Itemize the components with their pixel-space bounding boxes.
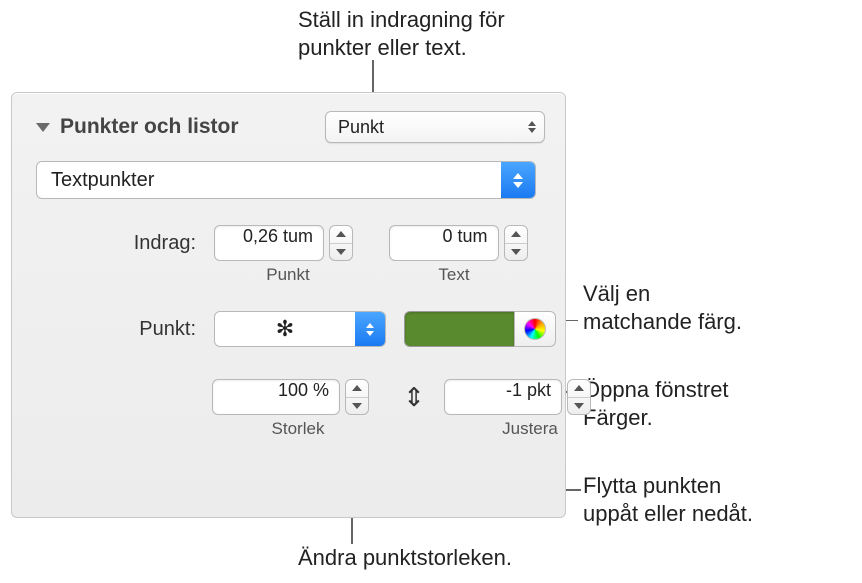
bullets-lists-panel: Punkter och listor Punkt Textpunkter Ind… <box>11 92 566 518</box>
stepper-buttons[interactable] <box>329 225 353 261</box>
arrow-down-icon[interactable] <box>505 244 527 261</box>
arrow-up-icon[interactable] <box>346 380 368 398</box>
text-indent-input[interactable]: 0 tum <box>389 225 499 261</box>
callout-indent: Ställ in indragning för punkter eller te… <box>298 6 505 61</box>
color-wheel-button[interactable] <box>514 311 556 347</box>
size-input[interactable]: 100 % <box>212 379 340 415</box>
size-stepper[interactable]: 100 % <box>212 379 384 415</box>
section-title: Punkter och listor <box>60 115 239 139</box>
bullet-symbol-value: ✻ <box>215 316 355 342</box>
color-wheel-icon <box>524 318 546 340</box>
size-sublabel: Storlek <box>212 419 384 439</box>
list-style-dropdown[interactable]: Textpunkter <box>36 161 536 199</box>
list-style-value: Textpunkter <box>37 169 501 192</box>
indent-label: Indrag: <box>36 232 196 255</box>
arrow-down-icon[interactable] <box>330 244 352 261</box>
arrow-down-icon[interactable] <box>568 398 590 415</box>
disclosure-triangle-icon[interactable] <box>36 123 50 132</box>
callout-size: Ändra punktstorleken. <box>298 544 512 572</box>
callout-color-swatch: Välj en matchande färg. <box>583 280 742 335</box>
chevron-updown-icon <box>355 312 385 346</box>
stepper-buttons[interactable] <box>504 225 528 261</box>
arrow-down-icon[interactable] <box>346 398 368 415</box>
list-type-value: Punkt <box>338 117 520 138</box>
arrow-up-icon[interactable] <box>505 226 527 244</box>
callout-adjust: Flytta punkten uppåt eller nedåt. <box>583 472 753 527</box>
text-indent-sublabel: Text <box>380 265 528 285</box>
arrow-up-icon[interactable] <box>330 226 352 244</box>
color-swatch[interactable] <box>404 311 514 347</box>
bullet-indent-sublabel: Punkt <box>214 265 362 285</box>
arrow-up-icon[interactable] <box>568 380 590 398</box>
bullet-label: Punkt: <box>36 318 196 341</box>
adjust-sublabel: Justera <box>444 419 616 439</box>
stepper-buttons[interactable] <box>345 379 369 415</box>
bullet-indent-input[interactable]: 0,26 tum <box>214 225 324 261</box>
adjust-stepper[interactable]: -1 pkt <box>444 379 616 415</box>
chevron-updown-icon <box>501 162 535 198</box>
text-indent-stepper[interactable]: 0 tum <box>389 225 546 261</box>
chevron-updown-icon <box>528 121 536 133</box>
bullet-indent-stepper[interactable]: 0,26 tum <box>214 225 371 261</box>
vertical-arrows-icon: ⇕ <box>400 384 428 410</box>
list-type-dropdown[interactable]: Punkt <box>325 111 545 143</box>
stepper-buttons[interactable] <box>567 379 591 415</box>
adjust-input[interactable]: -1 pkt <box>444 379 562 415</box>
bullet-symbol-dropdown[interactable]: ✻ <box>214 311 386 347</box>
